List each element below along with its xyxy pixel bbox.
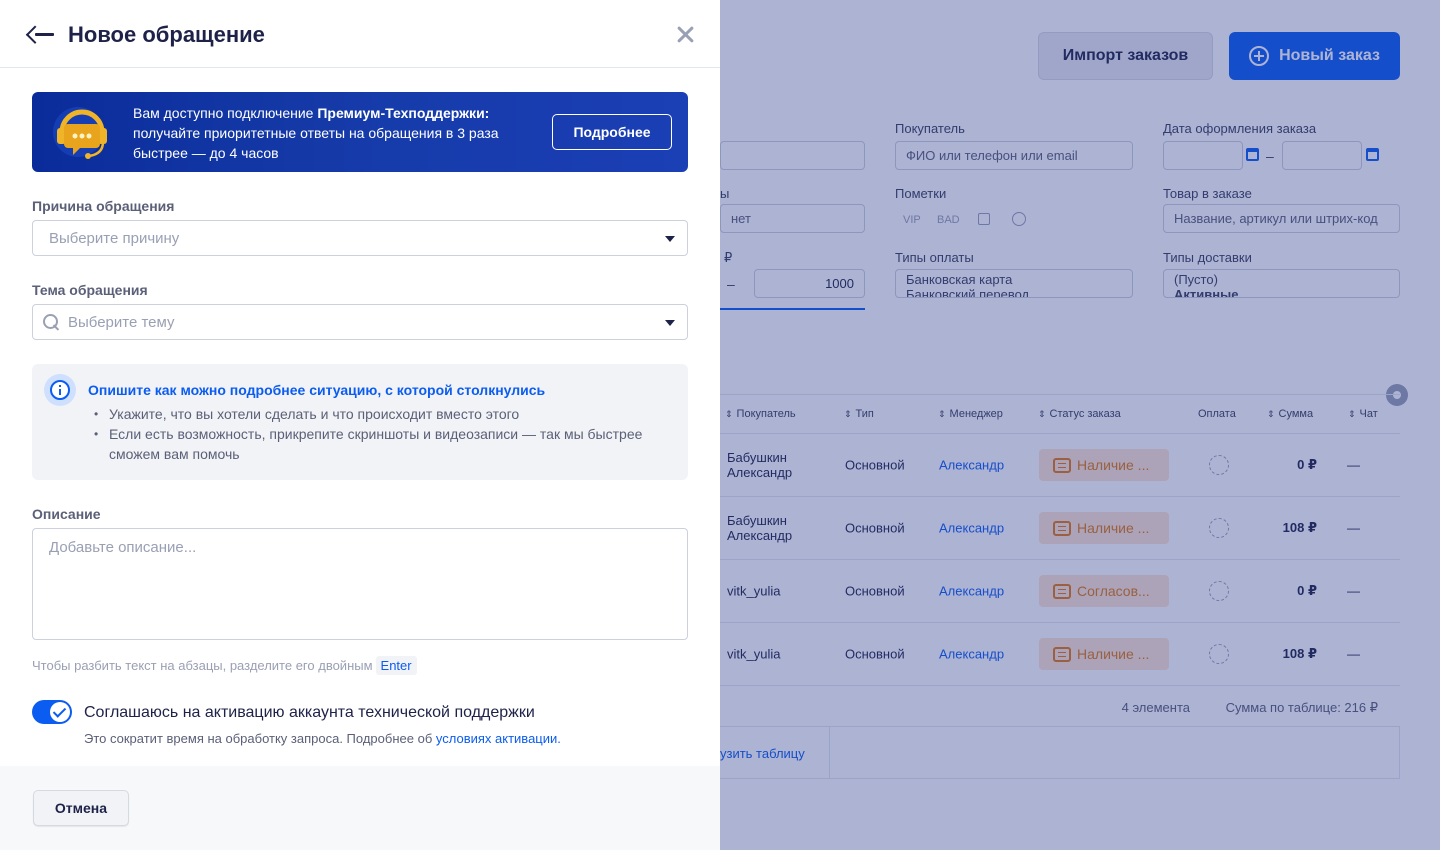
list-item: Если есть возможность, прикрепите скринш…: [94, 424, 684, 464]
modal-overlay[interactable]: [720, 0, 1440, 850]
hint-text: Чтобы разбить текст на абзацы, разделите…: [32, 658, 373, 673]
consent-label: Соглашаюсь на активацию аккаунта техниче…: [84, 704, 535, 721]
premium-support-banner: Вам доступно подключение Премиум-Техподд…: [32, 92, 688, 172]
topic-label: Тема обращения: [32, 282, 148, 298]
activation-terms-link[interactable]: условиях активации.: [436, 731, 561, 746]
check-icon: [50, 702, 70, 722]
drawer-header: Новое обращение: [0, 0, 720, 68]
consent-subtext: Это сократит время на обработку запроса.…: [84, 731, 561, 746]
search-icon: [43, 313, 60, 331]
consent-subtext-body: Это сократит время на обработку запроса.…: [84, 731, 436, 746]
description-label: Описание: [32, 506, 101, 522]
reason-label: Причина обращения: [32, 198, 175, 214]
enter-key-badge: Enter: [375, 656, 417, 675]
back-arrow-icon[interactable]: [33, 24, 55, 44]
description-hint: Чтобы разбить текст на абзацы, разделите…: [32, 656, 417, 675]
info-title: Опишите как можно подробнее ситуацию, с …: [88, 382, 546, 398]
new-ticket-drawer: Новое обращение Вам доступно подключение…: [0, 0, 720, 850]
caret-down-icon: [665, 320, 675, 326]
caret-down-icon: [665, 236, 675, 242]
promo-text: Вам доступно подключение Премиум-Техподд…: [133, 105, 499, 161]
cancel-button[interactable]: Отмена: [33, 790, 129, 826]
page-title: Новое обращение: [68, 22, 265, 47]
headset-icon: [53, 107, 107, 159]
reason-placeholder: Выберите причину: [49, 229, 180, 247]
info-box: Опишите как можно подробнее ситуацию, с …: [32, 364, 688, 480]
close-icon[interactable]: [676, 25, 695, 44]
description-textarea[interactable]: [32, 528, 688, 640]
topic-placeholder: Выберите тему: [68, 313, 175, 331]
info-icon: [44, 374, 76, 406]
list-item: Укажите, что вы хотели сделать и что про…: [94, 404, 684, 424]
reason-select[interactable]: Выберите причину: [32, 220, 688, 256]
topic-select[interactable]: Выберите тему: [32, 304, 688, 340]
more-details-button[interactable]: Подробнее: [552, 114, 672, 150]
consent-toggle[interactable]: [32, 700, 72, 724]
info-list: Укажите, что вы хотели сделать и что про…: [94, 404, 684, 464]
drawer-footer: Отмена: [0, 766, 720, 850]
